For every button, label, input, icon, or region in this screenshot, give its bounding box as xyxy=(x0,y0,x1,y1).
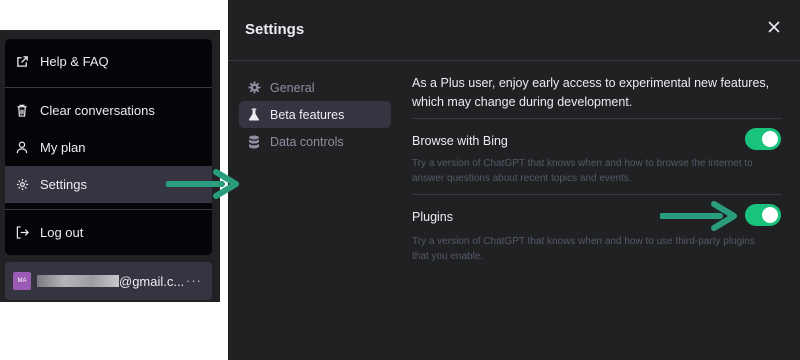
browse-with-bing-toggle[interactable] xyxy=(745,128,781,150)
avatar: MA xyxy=(13,272,31,290)
redacted-email xyxy=(37,275,119,287)
gear-icon xyxy=(15,178,29,192)
toggle-knob xyxy=(762,207,778,223)
flask-icon xyxy=(247,108,261,122)
user-account-row[interactable]: MA @gmail.c... ··· xyxy=(5,262,212,300)
menu-item-clear-conversations[interactable]: Clear conversations xyxy=(5,92,212,129)
database-icon xyxy=(247,135,261,149)
menu-divider xyxy=(5,87,212,88)
annotation-arrow-plugins xyxy=(660,201,737,231)
trash-icon xyxy=(15,104,29,118)
account-menu: Help & FAQ Clear conversations My plan S… xyxy=(5,39,212,255)
menu-item-label: Settings xyxy=(40,177,87,192)
menu-item-label: Help & FAQ xyxy=(40,54,109,69)
settings-nav: General Beta features Data controls xyxy=(239,74,391,155)
menu-item-help-faq[interactable]: Help & FAQ xyxy=(5,43,212,80)
tab-general[interactable]: General xyxy=(239,74,391,101)
feature-description: Try a version of ChatGPT that knows when… xyxy=(412,158,753,184)
gear-icon xyxy=(247,81,261,95)
external-link-icon xyxy=(15,55,29,69)
dialog-title: Settings xyxy=(245,21,305,38)
menu-item-label: My plan xyxy=(40,140,86,155)
menu-divider xyxy=(5,209,212,210)
tab-label: Beta features xyxy=(270,107,345,122)
beta-features-panel: As a Plus user, enjoy early access to ex… xyxy=(412,74,782,262)
toggle-knob xyxy=(762,131,778,147)
section-divider xyxy=(412,118,782,119)
menu-item-log-out[interactable]: Log out xyxy=(5,214,212,251)
tab-data-controls[interactable]: Data controls xyxy=(239,128,391,155)
annotation-arrow-settings xyxy=(166,169,239,199)
dialog-divider xyxy=(228,60,800,61)
feature-title-browse-with-bing: Browse with Bing xyxy=(412,134,508,148)
tab-beta-features[interactable]: Beta features xyxy=(239,101,391,128)
tab-label: Data controls xyxy=(270,134,344,149)
menu-item-my-plan[interactable]: My plan xyxy=(5,129,212,166)
more-options-icon[interactable]: ··· xyxy=(186,273,202,288)
section-divider xyxy=(412,194,782,195)
beta-intro-text: As a Plus user, enjoy early access to ex… xyxy=(412,76,770,109)
user-icon xyxy=(15,141,29,155)
logout-icon xyxy=(15,226,29,240)
plugins-toggle[interactable] xyxy=(745,204,781,226)
tab-label: General xyxy=(270,80,315,95)
user-email-suffix: @gmail.c... xyxy=(119,273,185,289)
menu-item-label: Clear conversations xyxy=(40,103,155,118)
feature-title-plugins: Plugins xyxy=(412,210,453,224)
feature-description: Try a version of ChatGPT that knows when… xyxy=(412,236,755,262)
settings-dialog: Settings General Beta features Data cont… xyxy=(228,0,800,360)
menu-item-label: Log out xyxy=(40,225,84,240)
close-icon[interactable] xyxy=(765,18,783,36)
